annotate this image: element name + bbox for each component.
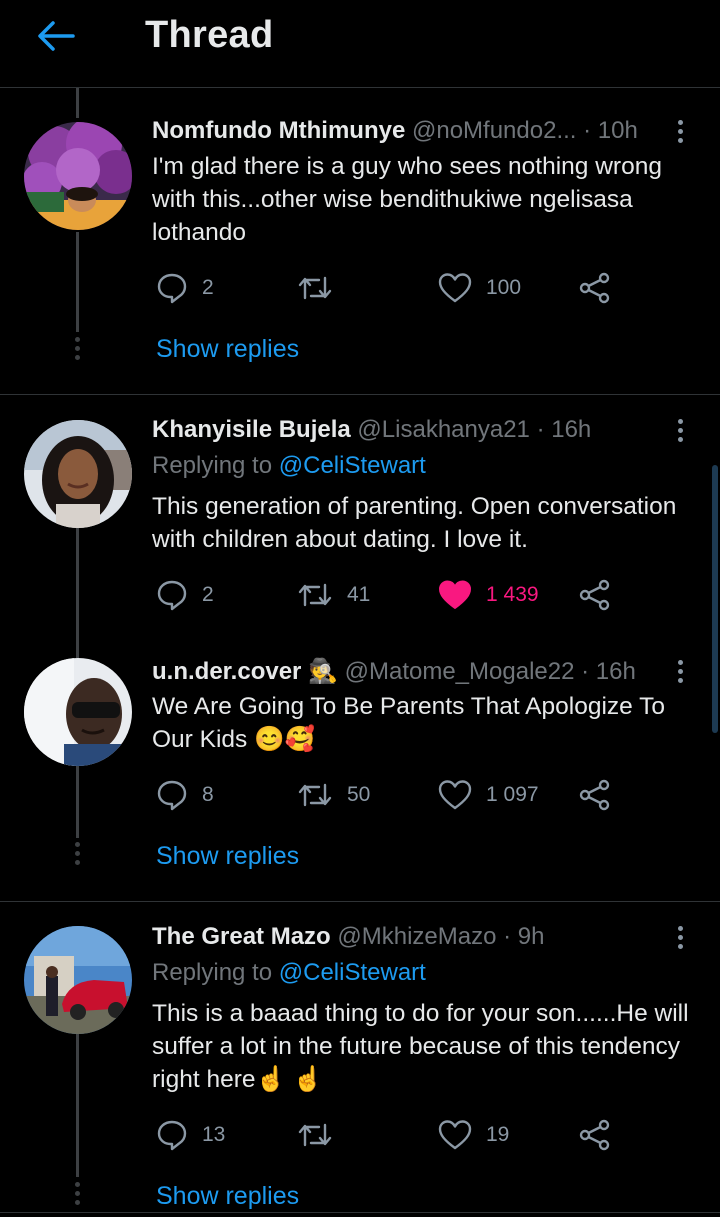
replying-handle[interactable]: @CeliStewart (279, 452, 426, 479)
reply-icon (157, 273, 187, 304)
display-name[interactable]: Khanyisile Bujela (152, 416, 351, 443)
timestamp: · 9h (503, 923, 545, 950)
heart-filled-icon (439, 580, 471, 609)
top-bar: Thread (0, 0, 720, 88)
like-count: 1 439 (486, 583, 539, 606)
like-count: 1 097 (486, 783, 539, 806)
heart-icon (438, 1120, 472, 1150)
name-emoji: 🕵 (308, 658, 338, 685)
share-icon (579, 579, 610, 611)
share-icon (579, 272, 610, 304)
thread-connector (76, 528, 79, 658)
tweet-text: We Are Going To Be Parents That Apologiz… (152, 693, 666, 753)
share-icon (579, 779, 610, 811)
show-replies-link[interactable]: Show replies (156, 842, 299, 871)
retweet-count: 50 (347, 783, 371, 806)
user-handle[interactable]: @Lisakhanya21 (357, 416, 529, 443)
more-options-icon[interactable] (672, 120, 688, 150)
retweet-button[interactable] (297, 271, 347, 305)
retweet-icon (298, 1123, 332, 1147)
more-options-icon[interactable] (672, 660, 688, 690)
thread-dots (74, 1182, 81, 1209)
user-handle[interactable]: @MkhizeMazo (337, 923, 496, 950)
replying-handle[interactable]: @CeliStewart (279, 959, 426, 986)
reply-count: 2 (202, 276, 214, 299)
more-options-icon[interactable] (672, 419, 688, 449)
avatar[interactable] (24, 926, 132, 1034)
replying-to: Replying to @CeliStewart (152, 959, 426, 987)
retweet-count: 41 (347, 583, 371, 606)
like-button[interactable]: 1 439 (438, 578, 539, 612)
page-title: Thread (145, 14, 274, 56)
avatar[interactable] (24, 420, 132, 528)
like-count: 19 (486, 1123, 510, 1146)
reply-button[interactable]: 13 (156, 1118, 225, 1152)
thread-dots (74, 842, 81, 869)
arrow-left-icon (38, 21, 75, 51)
retweet-icon (298, 276, 332, 300)
display-name[interactable]: The Great Mazo (152, 923, 331, 950)
user-handle[interactable]: @noMfundo2... (412, 117, 576, 144)
timestamp: · 10h (583, 117, 638, 144)
more-options-icon[interactable] (672, 926, 688, 956)
tweet-text: This generation of parenting. Open conve… (152, 493, 677, 553)
replying-label: Replying to (152, 452, 273, 479)
reply-button[interactable]: 2 (156, 271, 214, 305)
reply-button[interactable]: 2 (156, 578, 214, 612)
retweet-icon (298, 783, 332, 807)
show-replies-link[interactable]: Show replies (156, 335, 299, 364)
replying-to: Replying to @CeliStewart (152, 452, 426, 480)
back-button[interactable] (34, 18, 78, 54)
thread-connector (76, 232, 79, 332)
share-button[interactable] (579, 578, 611, 612)
retweet-button[interactable]: 50 (297, 778, 370, 812)
thread-connector (76, 766, 79, 838)
share-button[interactable] (579, 778, 611, 812)
divider (0, 1212, 720, 1213)
reply-button[interactable]: 8 (156, 778, 214, 812)
reply-count: 8 (202, 783, 214, 806)
reply-icon (157, 1120, 187, 1151)
reply-count: 13 (202, 1123, 226, 1146)
timestamp: · 16h (536, 416, 592, 443)
reply-count: 2 (202, 583, 214, 606)
show-replies-link[interactable]: Show replies (156, 1182, 299, 1211)
reply-icon (157, 780, 187, 811)
like-button[interactable]: 100 (438, 271, 521, 305)
tweet-header: Nomfundo Mthimunye @noMfundo2... · 10h (152, 117, 638, 145)
heart-icon (438, 273, 472, 303)
share-button[interactable] (579, 1118, 611, 1152)
like-count: 100 (486, 276, 522, 299)
tweet-header: u.n.der.cover 🕵 @Matome_Mogale22 · 16h (152, 657, 636, 686)
replying-label: Replying to (152, 959, 273, 986)
retweet-icon (298, 583, 332, 607)
divider (0, 394, 720, 395)
thread-connector (76, 88, 79, 118)
display-name[interactable]: u.n.der.cover (152, 658, 301, 685)
tweet-text: This is a baaad thing to do for your son… (152, 1000, 689, 1093)
divider (0, 901, 720, 902)
reply-icon (157, 580, 187, 611)
retweet-button[interactable] (297, 1118, 347, 1152)
timestamp: · 16h (581, 658, 636, 685)
like-button[interactable]: 19 (438, 1118, 509, 1152)
share-icon (579, 1119, 610, 1151)
avatar[interactable] (24, 658, 132, 766)
scrollbar[interactable] (712, 465, 718, 733)
display-name[interactable]: Nomfundo Mthimunye (152, 117, 405, 144)
heart-icon (438, 780, 472, 810)
share-button[interactable] (579, 271, 611, 305)
avatar[interactable] (24, 122, 132, 230)
tweet-text: I'm glad there is a guy who sees nothing… (152, 153, 662, 246)
like-button[interactable]: 1 097 (438, 778, 539, 812)
retweet-button[interactable]: 41 (297, 578, 370, 612)
user-handle[interactable]: @Matome_Mogale22 (345, 658, 575, 685)
thread-connector (76, 1034, 79, 1177)
thread-dots (74, 337, 81, 364)
tweet-header: The Great Mazo @MkhizeMazo · 9h (152, 923, 544, 951)
tweet-header: Khanyisile Bujela @Lisakhanya21 · 16h (152, 416, 591, 444)
